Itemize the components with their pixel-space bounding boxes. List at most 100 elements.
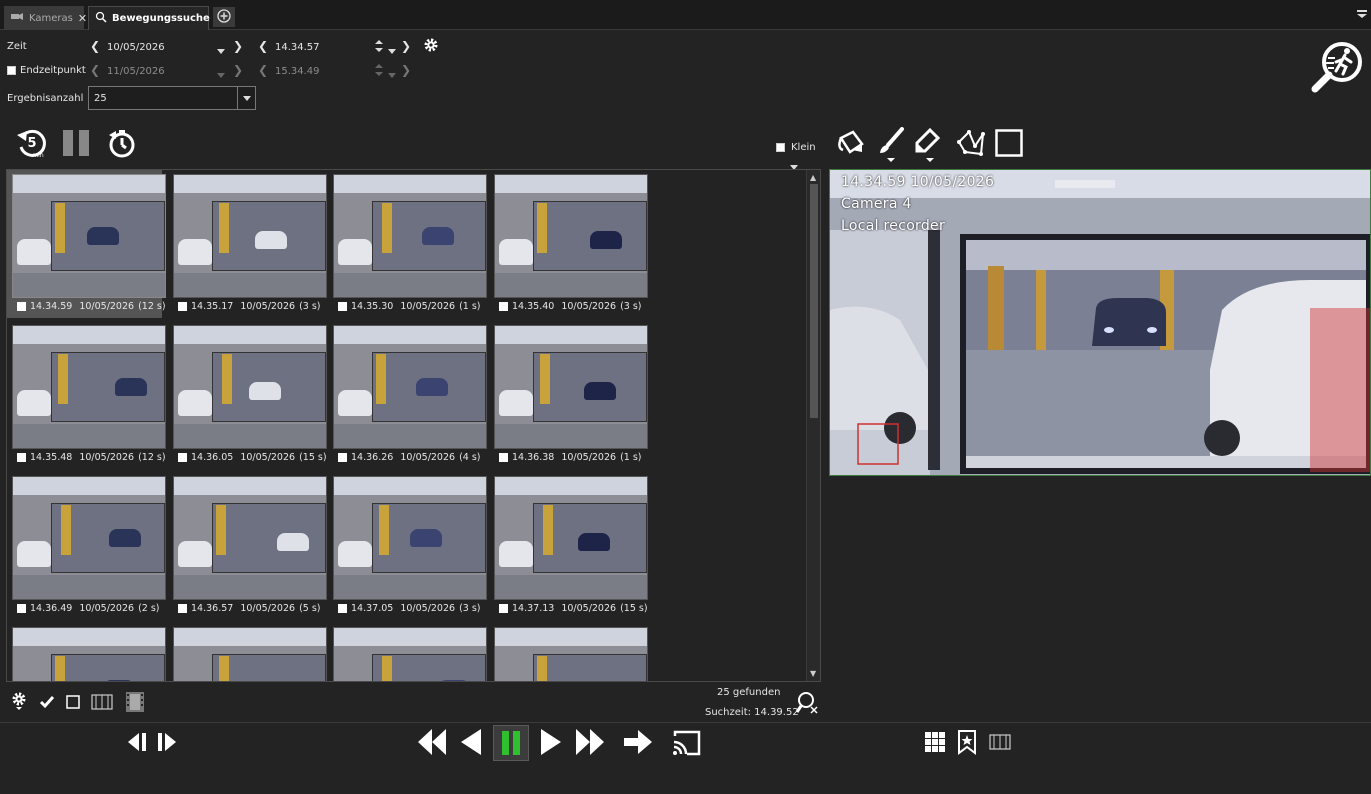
result-item[interactable]: 14.35.48 10/05/2026 (12 s)	[7, 321, 166, 469]
result-thumbnail[interactable]	[494, 627, 648, 681]
end-date-field: 11/05/2026	[107, 66, 165, 77]
result-checkbox[interactable]	[338, 604, 347, 613]
rewind-5-min-button[interactable]: 5 min	[15, 127, 49, 159]
result-checkbox[interactable]	[178, 453, 187, 462]
result-caption: 14.36.49 10/05/2026 (2 s)	[17, 603, 160, 614]
tab-bewegungssuche[interactable]: Bewegungssuche ✕	[88, 6, 224, 30]
result-item[interactable]: 14.36.05 10/05/2026 (15 s)	[168, 321, 327, 469]
result-count-select[interactable]: 25	[88, 86, 256, 110]
result-item[interactable]: 14.37.13 10/05/2026 (15 s)	[489, 472, 648, 620]
polygon-icon[interactable]	[954, 127, 988, 159]
result-thumbnail[interactable]	[173, 627, 327, 681]
select-all-check-icon[interactable]	[38, 693, 56, 711]
timer-reset-button[interactable]	[106, 128, 138, 160]
play-icon[interactable]	[538, 727, 564, 757]
result-thumbnail[interactable]	[494, 174, 648, 298]
grid-view-icon[interactable]	[924, 731, 946, 753]
result-item[interactable]: 14.36.57 10/05/2026 (5 s)	[168, 472, 327, 620]
result-thumbnail[interactable]	[333, 627, 487, 681]
eraser-icon[interactable]	[912, 127, 942, 163]
gear-icon[interactable]	[422, 36, 440, 54]
film-icon[interactable]	[124, 690, 146, 714]
step-forward-icon[interactable]	[154, 730, 180, 754]
result-checkbox[interactable]	[17, 453, 26, 462]
result-item[interactable]: 14.36.38 10/05/2026 (1 s)	[489, 321, 648, 469]
result-item[interactable]: 14.36.26 10/05/2026 (4 s)	[328, 321, 487, 469]
result-checkbox[interactable]	[178, 604, 187, 613]
settings-gear-icon[interactable]	[10, 690, 28, 712]
chevron-down-icon[interactable]	[388, 44, 396, 57]
result-checkbox[interactable]	[338, 302, 347, 311]
result-thumbnail[interactable]	[333, 174, 487, 298]
chevron-down-icon[interactable]	[217, 44, 225, 57]
chevron-down-icon[interactable]	[237, 87, 255, 109]
result-thumbnail[interactable]	[12, 174, 166, 298]
start-time-field[interactable]: 14.34.57	[275, 42, 320, 53]
go-live-arrow-icon[interactable]	[622, 728, 654, 756]
person-search-icon[interactable]	[795, 691, 819, 715]
result-checkbox[interactable]	[338, 453, 347, 462]
scrollbar-thumb[interactable]	[810, 184, 818, 418]
result-thumbnail[interactable]	[173, 325, 327, 449]
result-date: 10/05/2026	[561, 603, 617, 614]
result-thumbnail[interactable]	[173, 174, 327, 298]
result-count-label: Ergebnisanzahl	[7, 93, 84, 104]
brush-icon[interactable]	[876, 127, 906, 163]
fast-forward-icon[interactable]	[574, 727, 606, 757]
result-thumbnail[interactable]	[494, 325, 648, 449]
end-time-checkbox[interactable]	[7, 66, 16, 75]
result-thumbnail[interactable]	[12, 476, 166, 600]
start-date-field[interactable]: 10/05/2026	[107, 42, 165, 53]
result-thumbnail[interactable]	[12, 627, 166, 681]
play-reverse-icon[interactable]	[458, 727, 484, 757]
chevron-left-icon[interactable]: ❮	[90, 39, 100, 53]
step-back-icon[interactable]	[124, 730, 150, 754]
add-tab-button[interactable]	[213, 7, 235, 27]
result-item[interactable]: 14.35.17 10/05/2026 (3 s)	[168, 170, 327, 318]
result-item[interactable]: 14.35.40 10/05/2026 (3 s)	[489, 170, 648, 318]
small-checkbox[interactable]	[776, 143, 785, 152]
filmstrip-icon[interactable]	[90, 692, 114, 712]
result-thumbnail[interactable]	[333, 325, 487, 449]
result-checkbox[interactable]	[499, 604, 508, 613]
bookmark-star-icon[interactable]	[956, 729, 978, 755]
chevron-right-icon[interactable]: ❯	[233, 39, 243, 53]
result-checkbox[interactable]	[499, 453, 508, 462]
result-checkbox[interactable]	[17, 604, 26, 613]
result-item[interactable]	[328, 623, 487, 681]
spinner-icon[interactable]	[375, 39, 383, 56]
result-thumbnail[interactable]	[12, 325, 166, 449]
result-item[interactable]: 14.37.05 10/05/2026 (3 s)	[328, 472, 487, 620]
pause-playback-button[interactable]	[493, 725, 529, 761]
result-checkbox[interactable]	[499, 302, 508, 311]
tab-kameras[interactable]: Kameras ✕	[4, 6, 87, 30]
result-thumbnail[interactable]	[173, 476, 327, 600]
result-item[interactable]	[7, 623, 166, 681]
filmstrip-view-icon[interactable]	[988, 732, 1012, 752]
deselect-square-icon[interactable]	[64, 693, 82, 711]
result-checkbox[interactable]	[17, 302, 26, 311]
scroll-down-icon[interactable]: ▼	[810, 669, 816, 678]
result-checkbox[interactable]	[178, 302, 187, 311]
result-item[interactable]: 14.36.49 10/05/2026 (2 s)	[7, 472, 166, 620]
result-duration: (12 s)	[138, 452, 166, 463]
pause-button[interactable]	[61, 129, 91, 157]
fill-bucket-icon[interactable]	[834, 127, 868, 159]
result-item[interactable]	[489, 623, 648, 681]
fast-rewind-icon[interactable]	[416, 727, 448, 757]
cast-icon[interactable]	[671, 728, 703, 758]
scroll-up-icon[interactable]: ▲	[810, 173, 816, 182]
result-item[interactable]	[168, 623, 327, 681]
close-icon[interactable]: ✕	[78, 12, 87, 25]
preview-camera-name: Camera 4	[841, 196, 912, 212]
chevron-right-icon[interactable]: ❯	[401, 39, 411, 53]
window-menu-icon[interactable]	[1356, 8, 1368, 20]
vertical-scrollbar[interactable]: ▲ ▼	[806, 170, 820, 681]
camera-preview[interactable]: 14.34.59 10/05/2026 Camera 4 Local recor…	[829, 169, 1371, 476]
result-item[interactable]: 14.34.59 10/05/2026 (12 s)	[7, 170, 166, 318]
result-thumbnail[interactable]	[333, 476, 487, 600]
result-thumbnail[interactable]	[494, 476, 648, 600]
result-item[interactable]: 14.35.30 10/05/2026 (1 s)	[328, 170, 487, 318]
rectangle-icon[interactable]	[995, 129, 1023, 157]
chevron-left-icon[interactable]: ❮	[258, 39, 268, 53]
